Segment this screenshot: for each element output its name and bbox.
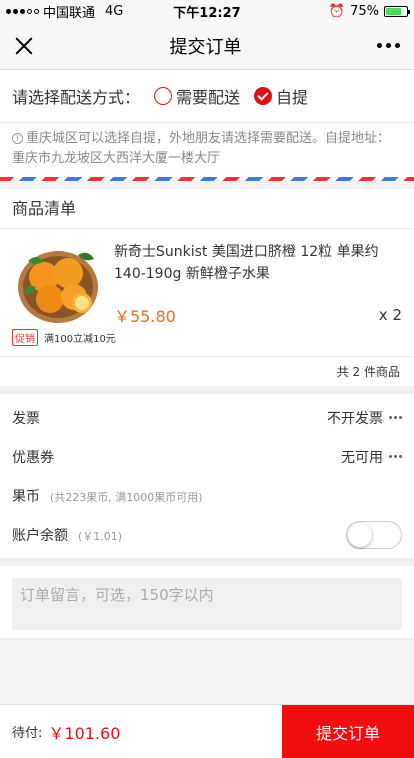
- total-count: 共 2 件商品: [0, 356, 414, 386]
- invoice-label: 发票: [12, 410, 40, 427]
- checkout-footer: 待付: ￥101.60 提交订单: [0, 704, 414, 758]
- balance-detail: (￥1.01): [78, 529, 123, 543]
- delivery-option-label: 自提: [276, 88, 309, 107]
- more-dots-icon: [389, 455, 402, 458]
- coupon-value: 无可用: [341, 449, 383, 466]
- balance-row: 账户余额 (￥1.01): [0, 515, 414, 554]
- status-time: 下午12:27: [173, 5, 241, 21]
- pay-summary: 待付: ￥101.60: [0, 705, 282, 758]
- price-row: ￥55.80 x 2: [114, 303, 402, 327]
- delivery-label: 请选择配送方式：: [12, 88, 141, 107]
- invoice-value-group: 不开发票: [327, 408, 402, 428]
- status-right: ⏰ 75%: [328, 3, 410, 19]
- radio-icon[interactable]: [154, 87, 173, 105]
- signal-icon: [6, 8, 39, 14]
- pay-label: 待付:: [12, 726, 43, 741]
- product-quantity: x 2: [378, 306, 402, 324]
- battery-percent: 75%: [350, 3, 379, 19]
- carrier-name: 中国联通: [43, 5, 96, 21]
- info-icon: !: [12, 133, 23, 144]
- delivery-option-ship[interactable]: 需要配送: [154, 84, 240, 108]
- submit-order-button[interactable]: 提交订单: [282, 705, 414, 758]
- product-section: 商品清单 新奇士Sunkist 美国进口脐橙 12粒 单果约140-190g 新…: [0, 189, 414, 386]
- coins-detail: (共223果币, 满1000果币可用): [50, 490, 203, 504]
- coupon-row[interactable]: 优惠券 无可用: [0, 437, 414, 476]
- close-icon[interactable]: [14, 36, 34, 56]
- delivery-option-pickup[interactable]: 自提: [254, 84, 308, 108]
- status-left: 中国联通 4G: [6, 2, 123, 21]
- coupon-value-group: 无可用: [341, 447, 402, 467]
- invoice-row[interactable]: 发票 不开发票: [0, 398, 414, 437]
- product-section-title: 商品清单: [0, 189, 414, 229]
- network-type: 4G: [105, 3, 124, 19]
- coins-row: 果币 (共223果币, 满1000果币可用): [0, 476, 414, 515]
- product-name: 新奇士Sunkist 美国进口脐橙 12粒 单果约140-190g 新鲜橙子水果: [114, 244, 379, 282]
- coupon-label: 优惠券: [12, 449, 54, 466]
- balance-label: 账户余额: [12, 527, 68, 544]
- radio-checked-icon[interactable]: [254, 87, 273, 105]
- delivery-option-label: 需要配送: [176, 88, 241, 107]
- product-price: ￥55.80: [114, 307, 176, 326]
- pay-amount: ￥101.60: [48, 723, 121, 743]
- promo-row: 促销 满100立减10元: [0, 329, 414, 356]
- toggle-knob: [348, 522, 372, 547]
- page-title: 提交订单: [169, 36, 242, 58]
- airmail-divider: [0, 177, 414, 181]
- balance-toggle[interactable]: [346, 520, 402, 549]
- invoice-value: 不开发票: [327, 410, 383, 427]
- order-options: 发票 不开发票 优惠券 无可用 果币 (共223果币, 满1000果币可用) 账户…: [0, 394, 414, 558]
- coins-label: 果币: [12, 488, 40, 505]
- more-menu-icon[interactable]: [377, 43, 400, 48]
- pickup-notice: ! 重庆城区可以选择自提，外地朋友请选择需要配送。自提地址：重庆市九龙坡区大西洋大…: [0, 122, 414, 177]
- delivery-method: 请选择配送方式： 需要配送 自提: [0, 70, 414, 122]
- battery-icon: [384, 5, 410, 17]
- promo-text: 满100立减10元: [44, 334, 116, 345]
- product-info: 新奇士Sunkist 美国进口脐橙 12粒 单果约140-190g 新鲜橙子水果…: [114, 241, 402, 326]
- alarm-icon: ⏰: [328, 3, 346, 19]
- product-item[interactable]: 新奇士Sunkist 美国进口脐橙 12粒 单果约140-190g 新鲜橙子水果…: [0, 229, 414, 329]
- product-image: [16, 241, 100, 325]
- notice-text: 重庆城区可以选择自提，外地朋友请选择需要配送。自提地址：重庆市九龙坡区大西洋大厦…: [12, 131, 391, 166]
- status-bar: 中国联通 4G 下午12:27 ⏰ 75%: [0, 0, 414, 22]
- more-dots-icon: [389, 416, 402, 419]
- nav-bar: 提交订单: [0, 22, 414, 70]
- order-remark-input[interactable]: [12, 578, 402, 630]
- promo-tag: 促销: [12, 329, 38, 346]
- remark-section: [0, 566, 414, 638]
